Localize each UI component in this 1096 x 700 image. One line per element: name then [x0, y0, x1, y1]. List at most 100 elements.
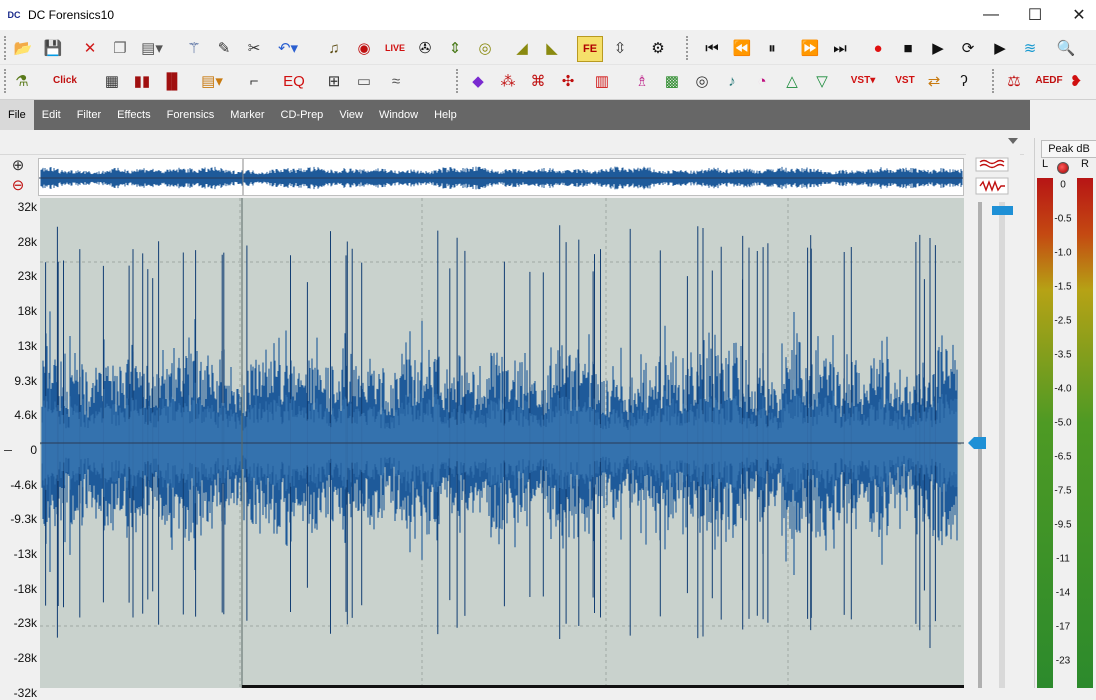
nodes-icon[interactable]: ⊞	[322, 69, 346, 93]
dial-icon[interactable]: ◎	[690, 69, 714, 93]
menu-marker[interactable]: Marker	[222, 100, 272, 130]
spectrum-icon[interactable]: ▦	[100, 69, 124, 93]
ruler-label: 13k	[17, 338, 37, 353]
waveform-view[interactable]	[40, 198, 964, 688]
scales-icon[interactable]: ⚖	[1002, 69, 1026, 93]
meter-scale-label: -1.0	[1054, 247, 1072, 259]
fast-forward-icon[interactable]: ⏩	[798, 36, 822, 60]
vst-wave-icon[interactable]: VST	[890, 69, 920, 93]
meter-scale-label: -3.5	[1054, 349, 1072, 361]
window-title: DC Forensics10	[28, 8, 115, 22]
menu-right-strip	[1030, 100, 1096, 138]
bank-icon[interactable]: ▭	[352, 69, 376, 93]
title-bar: DC DC Forensics10 — ☐ ✕	[0, 0, 1096, 30]
x-pattern-icon[interactable]: ⁂	[496, 69, 520, 93]
menu-filter[interactable]: Filter	[69, 100, 109, 130]
pencil-icon[interactable]: ✎	[212, 36, 236, 60]
person-icon[interactable]: ♗	[630, 69, 654, 93]
sparkle-icon[interactable]: ✣	[556, 69, 580, 93]
save-icon[interactable]: 💾	[41, 36, 65, 60]
record-icon[interactable]: ●	[866, 36, 890, 60]
lips-icon[interactable]: ❥	[1064, 69, 1088, 93]
image-icon[interactable]: ▩	[660, 69, 684, 93]
menu-effects[interactable]: Effects	[109, 100, 158, 130]
effects-toolbar: ⚗ Click ▦ ▮▮ ▐▌ ▤▾ ⌐ EQ ⊞ ▭ ≈ ◆ ⁂ ⌘ ✣ ▥ ♗ ▩ ◎ ♪ ◔ △ ▽ VST▾ VST ⇄ ʔ…	[0, 65, 1096, 100]
zero-tick	[4, 449, 12, 451]
bell-icon[interactable]: ♪	[720, 69, 744, 93]
menu-edit[interactable]: Edit	[34, 100, 69, 130]
knob-icon[interactable]: ◎	[473, 36, 497, 60]
zoom-out-icon[interactable]: ⊖	[6, 177, 30, 195]
histogram-icon[interactable]: ▐▌	[160, 69, 184, 93]
comb-icon[interactable]: ▥	[590, 69, 614, 93]
meter-scale-label: -4.0	[1054, 383, 1072, 395]
funnel-icon[interactable]: ▽	[810, 69, 834, 93]
zoom-slider-handle[interactable]	[992, 206, 1013, 215]
filter-icon[interactable]: ⚗	[10, 69, 34, 93]
vst-icon[interactable]: VST▾	[848, 69, 878, 93]
chart-icon[interactable]: ⌐	[242, 69, 266, 93]
fe-icon[interactable]: FE	[577, 36, 603, 62]
menu-help[interactable]: Help	[426, 100, 465, 130]
aedf-icon[interactable]: AEDF	[1034, 69, 1064, 93]
zoom-search-icon[interactable]: 🔍	[1054, 36, 1078, 60]
settings-gear-icon[interactable]: ⚙	[646, 36, 670, 60]
toolbar-grip[interactable]	[4, 36, 9, 60]
wand-icon[interactable]: ⚚	[182, 36, 206, 60]
overview-strip[interactable]	[38, 158, 964, 196]
toolbar-grip[interactable]	[992, 69, 997, 93]
delete-icon[interactable]: ✕	[78, 36, 102, 60]
play-icon[interactable]: ▶	[926, 36, 950, 60]
play-selection-icon[interactable]: ▶	[988, 36, 1012, 60]
splitter-icon[interactable]: ⇳	[608, 36, 632, 60]
ramp-down-icon[interactable]: ◣	[540, 36, 564, 60]
cut-icon[interactable]: ✂	[242, 36, 266, 60]
doc-icon[interactable]: ▤▾	[200, 69, 224, 93]
eq-icon[interactable]: EQ	[282, 69, 306, 93]
menu-window[interactable]: Window	[371, 100, 426, 130]
close-button[interactable]: ✕	[1056, 0, 1096, 30]
ramp-up-icon[interactable]: ◢	[510, 36, 534, 60]
stop-icon[interactable]: ■	[896, 36, 920, 60]
toolbar-grip[interactable]	[686, 36, 691, 60]
ear-icon[interactable]: ʔ	[952, 69, 976, 93]
menu-file[interactable]: File	[0, 100, 34, 130]
skip-start-icon[interactable]: ⏮	[700, 36, 724, 60]
ruler-label: 4.6k	[14, 408, 37, 423]
level-icon[interactable]: ⇕	[443, 36, 467, 60]
maximize-button[interactable]: ☐	[1012, 0, 1058, 30]
paste-icon[interactable]: ▤▾	[140, 36, 164, 60]
copy-icon[interactable]: ❐	[108, 36, 132, 60]
zoom-in-icon[interactable]: ⊕	[6, 157, 30, 175]
undo-icon[interactable]: ↶▾	[276, 36, 300, 60]
diamond-icon[interactable]: ◆	[466, 69, 490, 93]
loop-icon[interactable]: ⟳	[956, 36, 980, 60]
toolbar-grip[interactable]	[4, 69, 9, 93]
spinner-icon[interactable]: ✇	[413, 36, 437, 60]
pause-icon[interactable]: ⏸	[760, 36, 784, 60]
wind-icon[interactable]: ≈	[384, 69, 408, 93]
amplitude-ruler: 32k 28k 23k 18k 13k 9.3k 4.6k 0 -4.6k -9.3k -13k -1…	[0, 198, 41, 700]
skip-end-icon[interactable]: ⏭	[828, 36, 852, 60]
menu-view[interactable]: View	[331, 100, 371, 130]
menu-forensics[interactable]: Forensics	[159, 100, 223, 130]
center-marker-handle[interactable]	[968, 437, 986, 449]
triangle-icon[interactable]: △	[780, 69, 804, 93]
click-filter-icon[interactable]: Click	[50, 69, 80, 93]
pattern-icon[interactable]: ⌘	[526, 69, 550, 93]
bars-icon[interactable]: ▮▮	[130, 69, 154, 93]
clip-indicator-icon[interactable]	[1057, 162, 1069, 174]
record-disc-icon[interactable]: ◉	[352, 36, 376, 60]
rewind-icon[interactable]: ⏪	[730, 36, 754, 60]
toolbar-grip[interactable]	[456, 69, 461, 93]
meter-scale-label: -6.5	[1054, 451, 1072, 463]
waves-icon[interactable]: ≋	[1018, 36, 1042, 60]
chevron-down-icon[interactable]	[1008, 138, 1018, 144]
menu-cd-prep[interactable]: CD-Prep	[273, 100, 332, 130]
pie-icon[interactable]: ◔	[750, 69, 774, 93]
music-note-icon[interactable]: ♫	[322, 36, 346, 60]
live-icon[interactable]: LIVE	[383, 36, 407, 60]
swap-arrows-icon[interactable]: ⇄	[922, 69, 946, 93]
open-folder-icon[interactable]: 📂	[11, 36, 35, 60]
minimize-button[interactable]: —	[968, 0, 1014, 30]
